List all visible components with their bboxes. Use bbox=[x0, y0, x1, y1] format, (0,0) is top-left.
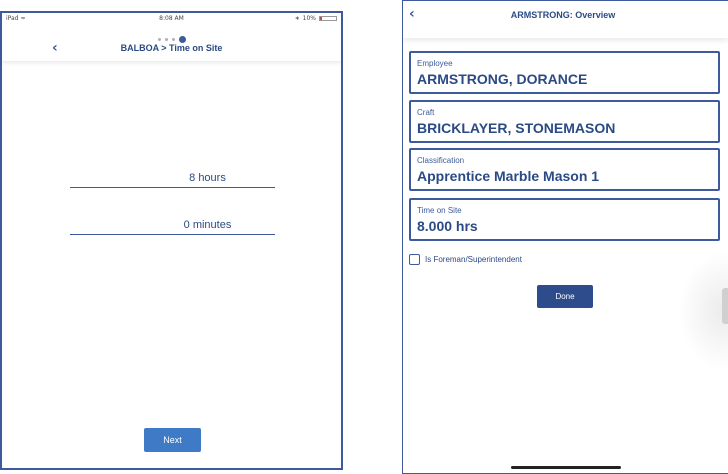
side-drawer-handle[interactable] bbox=[722, 288, 728, 324]
page-title: BALBOA > Time on Site bbox=[120, 43, 223, 53]
classification-value: Apprentice Marble Mason 1 bbox=[417, 168, 600, 184]
bluetooth-icon: ∗ bbox=[294, 15, 300, 22]
foreman-checkbox[interactable] bbox=[409, 254, 420, 265]
hours-input[interactable]: 8 hours bbox=[70, 168, 275, 188]
status-bar: iPad ≈ 8:08 AM ∗ 10% bbox=[2, 13, 341, 25]
employee-value: ARMSTRONG, DORANCE bbox=[417, 71, 588, 87]
battery-icon bbox=[319, 16, 337, 21]
foreman-checkbox-label: Is Foreman/Superintendent bbox=[425, 255, 522, 264]
home-indicator bbox=[511, 466, 621, 469]
nav-bar: ‹ BALBOA > Time on Site bbox=[2, 37, 341, 62]
minutes-input[interactable]: 0 minutes bbox=[70, 215, 275, 235]
battery-percent: 10% bbox=[302, 15, 316, 22]
classification-card[interactable]: Classification Apprentice Marble Mason 1 bbox=[409, 148, 720, 191]
craft-value: BRICKLAYER, STONEMASON bbox=[417, 120, 616, 136]
next-button[interactable]: Next bbox=[144, 428, 201, 452]
employee-card[interactable]: Employee ARMSTRONG, DORANCE bbox=[409, 51, 720, 94]
field-label: Classification bbox=[417, 156, 465, 165]
done-button[interactable]: Done bbox=[537, 285, 593, 308]
field-label: Time on Site bbox=[417, 206, 462, 215]
time-on-site-card[interactable]: Time on Site 8.000 hrs bbox=[409, 198, 720, 241]
field-label: Employee bbox=[417, 59, 453, 68]
page-title: ARMSTRONG: Overview bbox=[510, 10, 616, 20]
nav-bar: ‹ ARMSTRONG: Overview bbox=[403, 1, 728, 38]
craft-card[interactable]: Craft BRICKLAYER, STONEMASON bbox=[409, 100, 720, 143]
right-device-screen: ‹ ARMSTRONG: Overview Employee ARMSTRONG… bbox=[402, 0, 728, 474]
left-device-screen: iPad ≈ 8:08 AM ∗ 10% ‹ BALBOA > Time on … bbox=[0, 11, 343, 470]
overlay-shadow bbox=[678, 251, 728, 371]
field-label: Craft bbox=[417, 108, 435, 117]
battery-level bbox=[320, 17, 322, 20]
time-on-site-value: 8.000 hrs bbox=[417, 218, 478, 234]
status-time: 8:08 AM bbox=[159, 15, 184, 22]
page-indicator bbox=[2, 29, 341, 43]
foreman-checkbox-row[interactable]: Is Foreman/Superintendent bbox=[409, 254, 522, 265]
